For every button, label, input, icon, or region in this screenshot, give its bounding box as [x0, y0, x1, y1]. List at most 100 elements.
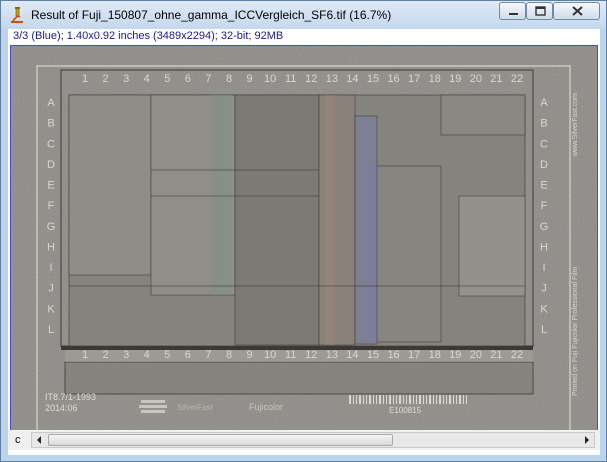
barcode-bar [383, 395, 384, 404]
barcode-bar [443, 395, 444, 404]
channel-slider-label: c [15, 434, 21, 446]
barcode-bar [369, 395, 371, 404]
window-title: Result of Fuji_150807_ohne_gamma_ICCVerg… [31, 8, 392, 22]
column-label-top: 16 [387, 73, 399, 85]
channel-scrollbar[interactable] [31, 432, 595, 448]
column-label-bottom: 9 [247, 349, 253, 361]
barcode-bar [393, 395, 394, 404]
scroll-right-button[interactable] [579, 433, 594, 447]
column-label-top: 5 [164, 73, 170, 85]
title-bar[interactable]: Result of Fuji_150807_ohne_gamma_ICCVerg… [1, 1, 606, 29]
column-label-top: 18 [429, 73, 441, 85]
row-label-left: B [47, 118, 54, 130]
column-label-bottom: 16 [387, 349, 399, 361]
barcode-bar [466, 395, 467, 404]
scroll-left-button[interactable] [32, 433, 47, 447]
column-label-top: 3 [123, 73, 129, 85]
column-label-top: 20 [470, 73, 482, 85]
brand-text: SilverFast [177, 403, 213, 412]
row-label-right: K [540, 303, 548, 315]
minimize-button[interactable] [499, 2, 526, 20]
barcode-bar [356, 395, 357, 404]
barcode-bar [429, 395, 431, 404]
row-label-left: G [47, 221, 56, 233]
scroll-thumb[interactable] [48, 434, 393, 446]
column-label-top: 1 [82, 73, 88, 85]
barcode-bar [423, 395, 424, 404]
column-label-bottom: 1 [82, 349, 88, 361]
image-window: Result of Fuji_150807_ohne_gamma_ICCVerg… [0, 0, 607, 462]
brand-text-2: Fujicolor [249, 402, 283, 412]
target-code-line1: IT8.7/1-1993 [45, 392, 96, 402]
barcode-bar [459, 395, 461, 404]
barcode-bar [453, 395, 454, 404]
column-label-bottom: 5 [164, 349, 170, 361]
it8-target-image: 1 2 3 4 5 6 7 8 9 10 11 12 13 14 15 16 17 18 19 20 21 22 1234… [11, 46, 597, 442]
row-label-right: L [541, 324, 547, 336]
column-label-bottom: 21 [490, 349, 502, 361]
barcode-bar [386, 395, 387, 404]
column-label-bottom: 14 [346, 349, 358, 361]
column-label-bottom: 13 [326, 349, 338, 361]
row-label-right: H [540, 241, 548, 253]
barcode-bar [366, 395, 367, 404]
maximize-icon [535, 6, 546, 16]
barcode-bar [396, 395, 397, 404]
status-bar: c [8, 430, 600, 450]
column-label-top: 17 [408, 73, 420, 85]
barcode-bar [403, 395, 404, 404]
column-label-bottom: 15 [367, 349, 379, 361]
column-label-top: 7 [205, 73, 211, 85]
barcode-bar [359, 395, 361, 404]
column-label-bottom: 6 [185, 349, 191, 361]
close-button[interactable] [553, 2, 600, 20]
image-info-text: 3/3 (Blue); 1.40x0.92 inches (3489x2294)… [13, 30, 284, 42]
barcode-bar [406, 395, 407, 404]
column-label-top: 14 [346, 73, 358, 85]
column-label-top: 22 [511, 73, 523, 85]
column-label-bottom: 12 [305, 349, 317, 361]
row-label-right: C [540, 138, 548, 150]
column-label-bottom: 20 [470, 349, 482, 361]
barcode-bar [456, 395, 457, 404]
barcode-bar [373, 395, 374, 404]
row-label-right: F [541, 200, 548, 212]
microscope-icon [10, 7, 24, 23]
close-icon [572, 6, 583, 16]
column-label-bottom: 3 [123, 349, 129, 361]
column-label-top: 19 [449, 73, 461, 85]
row-label-left: F [48, 200, 55, 212]
arrow-left-icon [37, 436, 41, 444]
column-label-bottom: 10 [264, 349, 276, 361]
barcode-bar [379, 395, 381, 404]
row-label-left: D [47, 159, 55, 171]
column-label-bottom: 11 [285, 349, 296, 361]
row-label-left: K [47, 303, 55, 315]
row-label-left: E [47, 180, 54, 192]
image-canvas[interactable]: 1 2 3 4 5 6 7 8 9 10 11 12 13 14 15 16 17 18 19 20 21 22 1234… [10, 45, 598, 443]
barcode-bar [436, 395, 437, 404]
column-label-top: 13 [326, 73, 338, 85]
row-label-right: I [542, 262, 545, 274]
row-label-left: A [47, 97, 55, 109]
row-label-right: A [540, 97, 548, 109]
barcode-bar [433, 395, 434, 404]
maximize-button[interactable] [526, 2, 553, 20]
barcode-bar [426, 395, 427, 404]
minimize-icon [509, 13, 518, 15]
barcode-bar [416, 395, 417, 404]
barcode-bar [439, 395, 441, 404]
column-label-bottom: 2 [103, 349, 109, 361]
row-label-right: J [541, 283, 547, 295]
column-label-bottom: 22 [511, 349, 523, 361]
barcode-bar [376, 395, 377, 404]
barcode-bar [363, 395, 364, 404]
row-label-left: J [48, 283, 54, 295]
row-label-left: L [48, 324, 54, 336]
row-label-right: G [540, 221, 549, 233]
column-label-top: 2 [103, 73, 109, 85]
column-label-top: 12 [305, 73, 317, 85]
column-label-top: 15 [367, 73, 379, 85]
row-label-left: I [49, 262, 52, 274]
barcode-bar [389, 395, 391, 404]
